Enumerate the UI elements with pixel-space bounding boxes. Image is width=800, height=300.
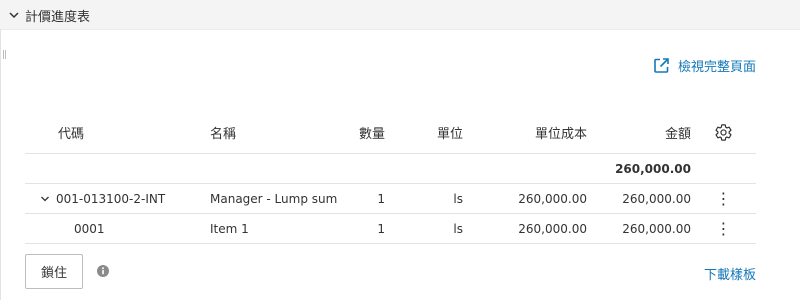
settings-cell [691, 111, 756, 154]
table-row[interactable]: 001-013100-2-INT Manager - Lump sum 1 ls… [25, 183, 756, 214]
lock-button[interactable]: 鎖住 [25, 254, 83, 289]
divider [0, 29, 1, 300]
row-name: Item 1 [210, 213, 345, 244]
chevron-down-icon[interactable] [40, 194, 50, 204]
row-code: 001-013100-2-INT [56, 191, 166, 206]
drag-handle[interactable]: || [2, 50, 7, 60]
total-row: 260,000.00 [25, 153, 756, 184]
row-amount: 260,000.00 [587, 183, 691, 214]
view-full-page-label: 檢視完整頁面 [677, 60, 756, 75]
row-menu-cell: ⋮ [691, 213, 756, 244]
row-menu-cell: ⋮ [691, 183, 756, 214]
row-unit: ls [385, 183, 463, 214]
view-full-page-link[interactable]: 檢視完整頁面 [653, 56, 756, 75]
column-header-qty[interactable]: 數量 [345, 111, 385, 154]
column-header-unit[interactable]: 單位 [385, 111, 463, 154]
panel-title: 計價進度表 [25, 10, 91, 25]
row-code-cell: 001-013100-2-INT [25, 183, 210, 214]
row-unit-cost: 260,000.00 [463, 183, 587, 214]
kebab-icon[interactable]: ⋮ [716, 189, 732, 208]
row-amount: 260,000.00 [587, 213, 691, 244]
column-header-amount[interactable]: 金額 [587, 111, 691, 154]
column-header-name[interactable]: 名稱 [210, 111, 345, 154]
row-unit-cost: 260,000.00 [463, 213, 587, 244]
table-header-row: 代碼 名稱 數量 單位 單位成本 金額 [25, 111, 756, 154]
row-unit: ls [385, 213, 463, 244]
external-link-icon [654, 58, 669, 73]
chevron-down-icon[interactable] [8, 9, 20, 21]
panel-header[interactable]: 計價進度表 [0, 0, 800, 30]
row-qty: 1 [345, 183, 385, 214]
gear-icon[interactable] [714, 123, 733, 142]
row-qty: 1 [345, 213, 385, 244]
column-header-code[interactable]: 代碼 [25, 111, 210, 154]
download-template-link[interactable]: 下載樣板 [704, 264, 756, 283]
table-row[interactable]: 0001 Item 1 1 ls 260,000.00 260,000.00 ⋮ [25, 213, 756, 244]
kebab-icon[interactable]: ⋮ [716, 219, 732, 238]
info-icon[interactable] [97, 265, 109, 277]
column-header-unit-cost[interactable]: 單位成本 [463, 111, 587, 154]
schedule-table: 代碼 名稱 數量 單位 單位成本 金額 260,000.00 001-01310… [25, 111, 756, 244]
row-name: Manager - Lump sum [210, 183, 345, 214]
total-amount: 260,000.00 [587, 153, 691, 184]
row-code: 0001 [25, 213, 210, 244]
